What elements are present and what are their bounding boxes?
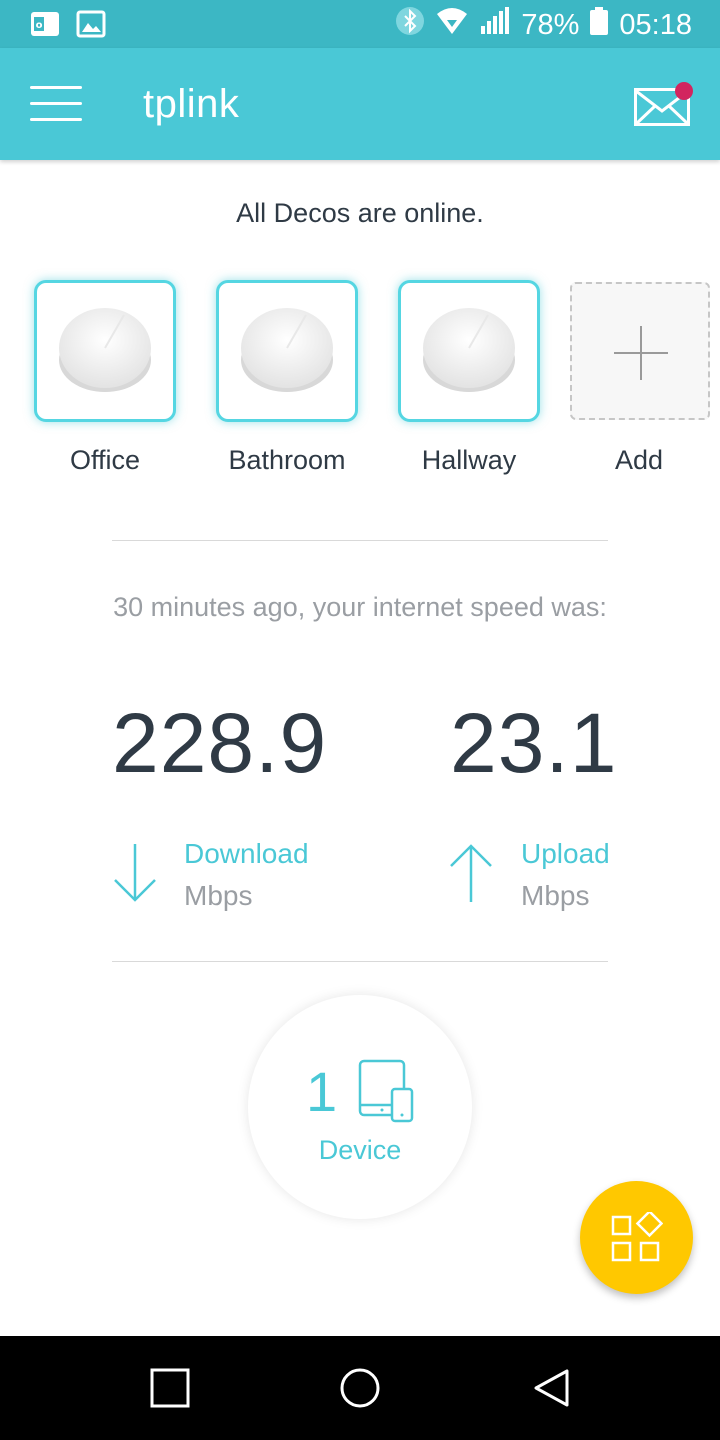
signal-icon: [479, 6, 511, 44]
outlook-icon: o: [30, 9, 60, 44]
gallery-icon: [76, 9, 106, 44]
divider: [112, 961, 608, 962]
devices-button[interactable]: 1 Device: [248, 995, 472, 1219]
recent-apps-icon[interactable]: [150, 1368, 190, 1408]
deco-device-icon: [59, 308, 151, 392]
download-arrow-icon: [114, 844, 156, 902]
clock: 05:18: [619, 8, 692, 41]
grid-apps-icon: [611, 1212, 663, 1262]
app-title: tplink: [143, 82, 240, 126]
download-speed-value: 228.9: [112, 696, 328, 790]
devices-icon: [358, 1059, 414, 1123]
home-icon[interactable]: [340, 1368, 380, 1408]
device-label: Device: [318, 1135, 402, 1165]
download-unit: Mbps: [184, 880, 253, 911]
deco-device-icon: [423, 308, 515, 392]
deco-office-tile[interactable]: [34, 280, 176, 422]
app-bar: tplink: [0, 48, 720, 160]
notification-dot: [675, 82, 693, 100]
device-count: 1: [306, 1060, 338, 1123]
deco-label-hallway: Hallway: [421, 445, 517, 475]
status-bar: o 78% 05:18: [0, 0, 720, 48]
deco-label-office: Office: [69, 445, 141, 475]
speed-caption: 30 minutes ago, your internet speed was:: [113, 592, 607, 622]
battery-icon: [589, 6, 609, 44]
navigation-bar: [0, 1336, 720, 1440]
upload-arrow-icon: [450, 844, 492, 902]
deco-device-icon: [241, 308, 333, 392]
divider: [112, 540, 608, 541]
upload-speed-value: 23.1: [450, 696, 618, 790]
wifi-icon: [435, 6, 469, 44]
hamburger-icon[interactable]: [30, 86, 82, 122]
more-features-button[interactable]: [580, 1181, 693, 1294]
deco-bathroom-tile[interactable]: [216, 280, 358, 422]
download-label: Download: [184, 838, 309, 869]
svg-text:o: o: [36, 20, 43, 31]
upload-unit: Mbps: [521, 880, 590, 911]
bluetooth-icon: [395, 6, 425, 44]
upload-label: Upload: [521, 838, 610, 869]
deco-hallway-tile[interactable]: [398, 280, 540, 422]
add-deco-button[interactable]: [570, 282, 710, 420]
add-label: Add: [614, 445, 664, 475]
plus-icon: [614, 326, 668, 380]
back-icon[interactable]: [532, 1368, 572, 1408]
battery-percent: 78%: [521, 8, 580, 41]
network-status: All Decos are online.: [236, 198, 484, 228]
deco-label-bathroom: Bathroom: [228, 445, 346, 475]
